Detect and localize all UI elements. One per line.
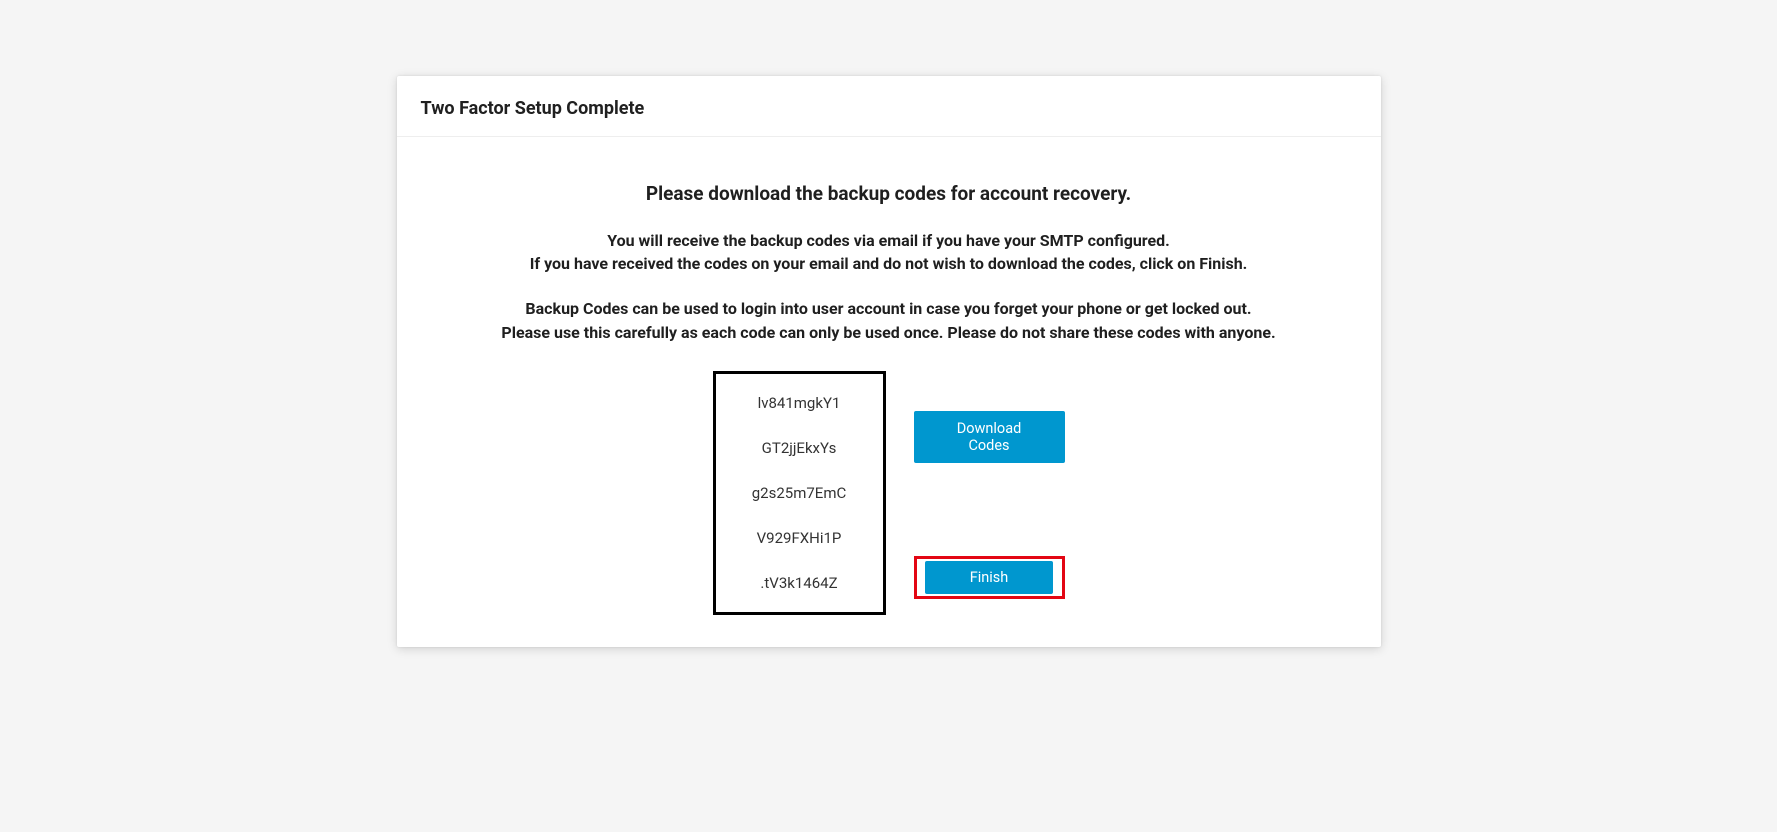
card-body: Please download the backup codes for acc…	[397, 137, 1381, 647]
backup-code: .tV3k1464Z	[760, 574, 837, 592]
message-primary: Please download the backup codes for acc…	[421, 182, 1357, 205]
message-line2: If you have received the codes on your e…	[530, 254, 1248, 273]
content-row: lv841mgkY1 GT2jjEkxYs g2s25m7EmC V929FXH…	[421, 371, 1357, 615]
finish-button[interactable]: Finish	[925, 561, 1053, 594]
finish-highlight: Finish	[914, 556, 1065, 599]
two-factor-setup-card: Two Factor Setup Complete Please downloa…	[397, 76, 1381, 647]
download-codes-button[interactable]: Download Codes	[914, 411, 1065, 463]
backup-codes-box: lv841mgkY1 GT2jjEkxYs g2s25m7EmC V929FXH…	[713, 371, 886, 615]
backup-code: GT2jjEkxYs	[762, 439, 837, 457]
backup-code: g2s25m7EmC	[752, 484, 846, 502]
message-secondary: You will receive the backup codes via em…	[421, 229, 1357, 275]
backup-code: lv841mgkY1	[758, 394, 841, 412]
card-header: Two Factor Setup Complete	[397, 76, 1381, 137]
message-tertiary: Backup Codes can be used to login into u…	[421, 297, 1357, 343]
message-line4: Please use this carefully as each code c…	[501, 323, 1275, 342]
message-line1: You will receive the backup codes via em…	[607, 231, 1170, 250]
message-line3: Backup Codes can be used to login into u…	[525, 299, 1251, 318]
card-title: Two Factor Setup Complete	[421, 98, 1357, 119]
backup-code: V929FXHi1P	[757, 529, 842, 547]
buttons-column: Download Codes Finish	[914, 371, 1065, 615]
